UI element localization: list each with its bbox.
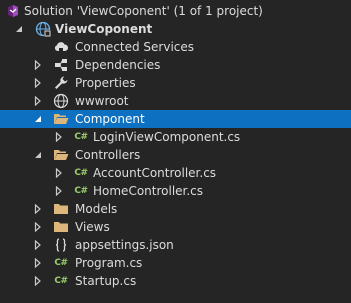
- tree-item-label: AccountController.cs: [93, 166, 217, 180]
- collapsed-arrow-icon[interactable]: [33, 74, 43, 92]
- collapsed-arrow-icon[interactable]: [33, 254, 43, 272]
- tree-item-homecontroller[interactable]: C# HomeController.cs: [0, 182, 351, 200]
- collapsed-arrow-icon[interactable]: [54, 164, 64, 182]
- tree-item-label: wwwroot: [75, 94, 129, 108]
- tree-item-label: ViewCoponent: [55, 22, 153, 36]
- tree-item-label: HomeController.cs: [93, 184, 204, 198]
- expanded-arrow-icon[interactable]: [33, 110, 43, 128]
- folder-open-icon: [53, 111, 69, 127]
- tree-item-dependencies[interactable]: Dependencies: [0, 56, 351, 74]
- collapsed-arrow-icon[interactable]: [33, 56, 43, 74]
- tree-item-label: Component: [75, 112, 145, 126]
- tree-item-accountcontroller[interactable]: C# AccountController.cs: [0, 164, 351, 182]
- tree-item-label: Dependencies: [75, 58, 161, 72]
- json-file-icon: [53, 237, 69, 253]
- dependencies-icon: [53, 57, 69, 73]
- tree-item-label: Startup.cs: [75, 274, 137, 288]
- folder-open-icon: [53, 147, 69, 163]
- expanded-arrow-icon[interactable]: [33, 146, 43, 164]
- tree-item-models-folder[interactable]: Models: [0, 200, 351, 218]
- solution-explorer-tree: Solution 'ViewCoponent' (1 of 1 project)…: [0, 0, 351, 288]
- tree-item-label: Views: [75, 220, 110, 234]
- tree-item-label: appsettings.json: [75, 238, 174, 252]
- tree-item-solution[interactable]: Solution 'ViewCoponent' (1 of 1 project): [0, 2, 351, 20]
- tree-item-properties[interactable]: Properties: [0, 74, 351, 92]
- tree-item-connected-services[interactable]: Connected Services: [0, 38, 351, 56]
- tree-item-label: Models: [75, 202, 118, 216]
- solution-icon: [5, 3, 21, 19]
- collapsed-arrow-icon[interactable]: [33, 272, 43, 290]
- tree-item-appsettings[interactable]: appsettings.json: [0, 236, 351, 254]
- tree-item-label: LoginViewComponent.cs: [93, 130, 241, 144]
- csharp-file-icon: C#: [74, 168, 88, 178]
- collapsed-arrow-icon[interactable]: [54, 128, 64, 146]
- tree-item-label: Properties: [75, 76, 136, 90]
- tree-item-program[interactable]: C# Program.cs: [0, 254, 351, 272]
- tree-item-label: Connected Services: [75, 40, 195, 54]
- folder-icon: [53, 201, 69, 217]
- tree-item-label: Program.cs: [75, 256, 143, 270]
- tree-item-project[interactable]: ViewCoponent: [0, 20, 351, 38]
- collapsed-arrow-icon[interactable]: [33, 92, 43, 110]
- tree-item-startup[interactable]: C# Startup.cs: [0, 272, 351, 290]
- csharp-file-icon: C#: [74, 132, 88, 142]
- globe-icon: [53, 93, 69, 109]
- collapsed-arrow-icon[interactable]: [33, 218, 43, 236]
- expanded-arrow-icon[interactable]: [14, 20, 24, 38]
- connected-services-icon: [53, 39, 69, 55]
- collapsed-arrow-icon[interactable]: [33, 236, 43, 254]
- collapsed-arrow-icon[interactable]: [54, 182, 64, 200]
- csharp-file-icon: C#: [54, 276, 68, 286]
- tree-item-component-folder[interactable]: Component: [0, 110, 351, 128]
- tree-item-label: Controllers: [75, 148, 141, 162]
- csharp-file-icon: C#: [74, 186, 88, 196]
- tree-item-wwwroot[interactable]: wwwroot: [0, 92, 351, 110]
- web-project-icon: [35, 21, 51, 37]
- tree-item-label: Solution 'ViewCoponent' (1 of 1 project): [24, 4, 263, 18]
- wrench-icon: [53, 75, 69, 91]
- tree-item-controllers-folder[interactable]: Controllers: [0, 146, 351, 164]
- folder-icon: [53, 219, 69, 235]
- tree-item-loginviewcomponent[interactable]: C# LoginViewComponent.cs: [0, 128, 351, 146]
- csharp-file-icon: C#: [54, 258, 68, 268]
- collapsed-arrow-icon[interactable]: [33, 200, 43, 218]
- tree-item-views-folder[interactable]: Views: [0, 218, 351, 236]
